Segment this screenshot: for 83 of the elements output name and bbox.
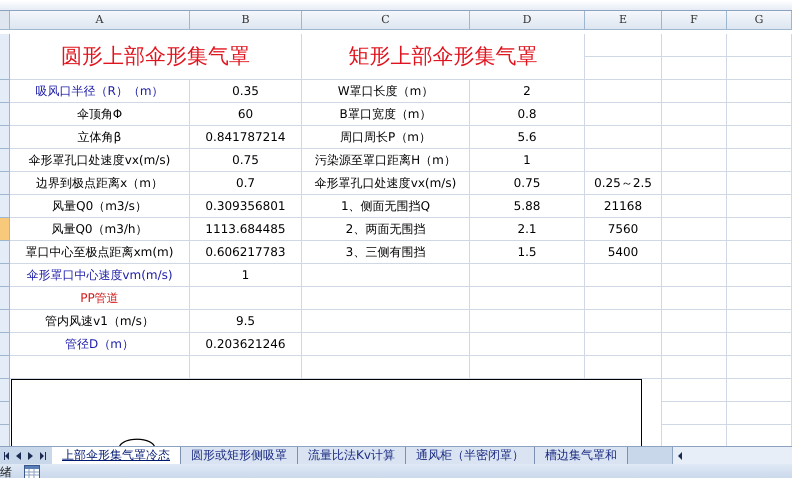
- sheet-tab[interactable]: 槽边集气罩和: [534, 447, 628, 464]
- value-cell: 0.841787214: [190, 126, 302, 149]
- value-cell: 2.1: [470, 218, 585, 241]
- label-cell: 管内风速v1（m/s）: [10, 310, 190, 333]
- sheet-view-icon[interactable]: [24, 465, 40, 478]
- row-header[interactable]: [0, 195, 10, 218]
- last-sheet-icon[interactable]: [40, 452, 46, 460]
- scroll-left-icon[interactable]: [677, 452, 683, 460]
- arc-drawing: [118, 438, 156, 446]
- value-cell: 60: [190, 103, 302, 126]
- row-header[interactable]: [0, 34, 10, 80]
- row-header[interactable]: [0, 103, 10, 126]
- column-header[interactable]: E: [585, 11, 662, 30]
- select-all-corner[interactable]: [0, 11, 10, 30]
- label-cell: W罩口长度（m）: [302, 80, 470, 103]
- row-header[interactable]: [0, 287, 10, 310]
- scroll-right-icon[interactable]: [28, 452, 34, 460]
- value-cell: 0.75: [190, 149, 302, 172]
- scroll-left-icon[interactable]: [16, 452, 22, 460]
- value-cell: 0.203621246: [190, 333, 302, 356]
- value-cell: 0.606217783: [190, 241, 302, 264]
- label-cell: 周口周长P（m）: [302, 126, 470, 149]
- label-cell: 吸风口半径（R）（m）: [10, 80, 190, 103]
- row-header[interactable]: [0, 333, 10, 356]
- value-cell: 1: [470, 149, 585, 172]
- value-cell: 5.88: [470, 195, 585, 218]
- row-header[interactable]: [0, 379, 10, 402]
- row-header[interactable]: [0, 149, 10, 172]
- value-cell: 0.309356801: [190, 195, 302, 218]
- value-cell: 0.25～2.5: [585, 172, 662, 195]
- label-cell: 管径D（m）: [10, 333, 190, 356]
- value-cell: 1: [190, 264, 302, 287]
- value-cell: 0.7: [190, 172, 302, 195]
- row-header[interactable]: [0, 80, 10, 103]
- column-header[interactable]: B: [190, 11, 302, 30]
- label-cell: 污染源至罩口距离H（m）: [302, 149, 470, 172]
- row-header[interactable]: [0, 310, 10, 333]
- row-header[interactable]: [0, 218, 10, 241]
- label-cell: B罩口宽度（m）: [302, 103, 470, 126]
- label-cell: 伞形罩口中心速度vm(m/s): [10, 264, 190, 287]
- value-cell: 2: [470, 80, 585, 103]
- label-cell: 2、两面无围挡: [302, 218, 470, 241]
- label-cell: 伞形罩孔口处速度vx(m/s): [302, 172, 470, 195]
- first-sheet-icon[interactable]: [4, 452, 10, 460]
- sheet-tab[interactable]: 流量比法Kv计算: [298, 447, 406, 464]
- value-cell: 0.35: [190, 80, 302, 103]
- column-header[interactable]: G: [727, 11, 792, 30]
- label-cell: 风量Q0（m3/h）: [10, 218, 190, 241]
- column-header[interactable]: C: [302, 11, 470, 30]
- label-cell: PP管道: [10, 287, 190, 310]
- sheet-tab[interactable]: 通风柜（半密闭罩）: [406, 447, 535, 464]
- label-cell: 立体角β: [10, 126, 190, 149]
- value-cell: 0.75: [470, 172, 585, 195]
- value-cell: 5.6: [470, 126, 585, 149]
- value-cell: 0.8: [470, 103, 585, 126]
- label-cell: 罩口中心至极点距离xm(m): [10, 241, 190, 264]
- row-header[interactable]: [0, 402, 10, 425]
- label-cell: 伞形罩孔口处速度vx(m/s): [10, 149, 190, 172]
- sheet-tab[interactable]: 圆形或矩形侧吸罩: [181, 447, 298, 464]
- row-header[interactable]: [0, 425, 10, 446]
- label-cell: 风量Q0（m3/s）: [10, 195, 190, 218]
- row-header[interactable]: [0, 264, 10, 287]
- value-cell: 9.5: [190, 310, 302, 333]
- value-cell: 1113.684485: [190, 218, 302, 241]
- status-text: 绪: [0, 464, 12, 478]
- value-cell: 5400: [585, 241, 662, 264]
- row-header[interactable]: [0, 241, 10, 264]
- value-cell: 1.5: [470, 241, 585, 264]
- column-header[interactable]: D: [470, 11, 585, 30]
- row-header[interactable]: [0, 126, 10, 149]
- sheet-tab[interactable]: 上部伞形集气罩冷态: [52, 447, 181, 464]
- label-cell: 伞顶角Φ: [10, 103, 190, 126]
- label-cell: 边界到极点距离x（m）: [10, 172, 190, 195]
- horizontal-scrollbar[interactable]: [672, 447, 792, 464]
- row-header[interactable]: [0, 172, 10, 195]
- column-header[interactable]: A: [10, 11, 190, 30]
- value-cell: 21168: [585, 195, 662, 218]
- value-cell: 7560: [585, 218, 662, 241]
- sheet-title: 圆形上部伞形集气罩: [10, 34, 302, 80]
- row-header[interactable]: [0, 356, 10, 379]
- label-cell: 3、三侧有围挡: [302, 241, 470, 264]
- column-header[interactable]: F: [662, 11, 727, 30]
- label-cell: 1、侧面无围挡Q: [302, 195, 470, 218]
